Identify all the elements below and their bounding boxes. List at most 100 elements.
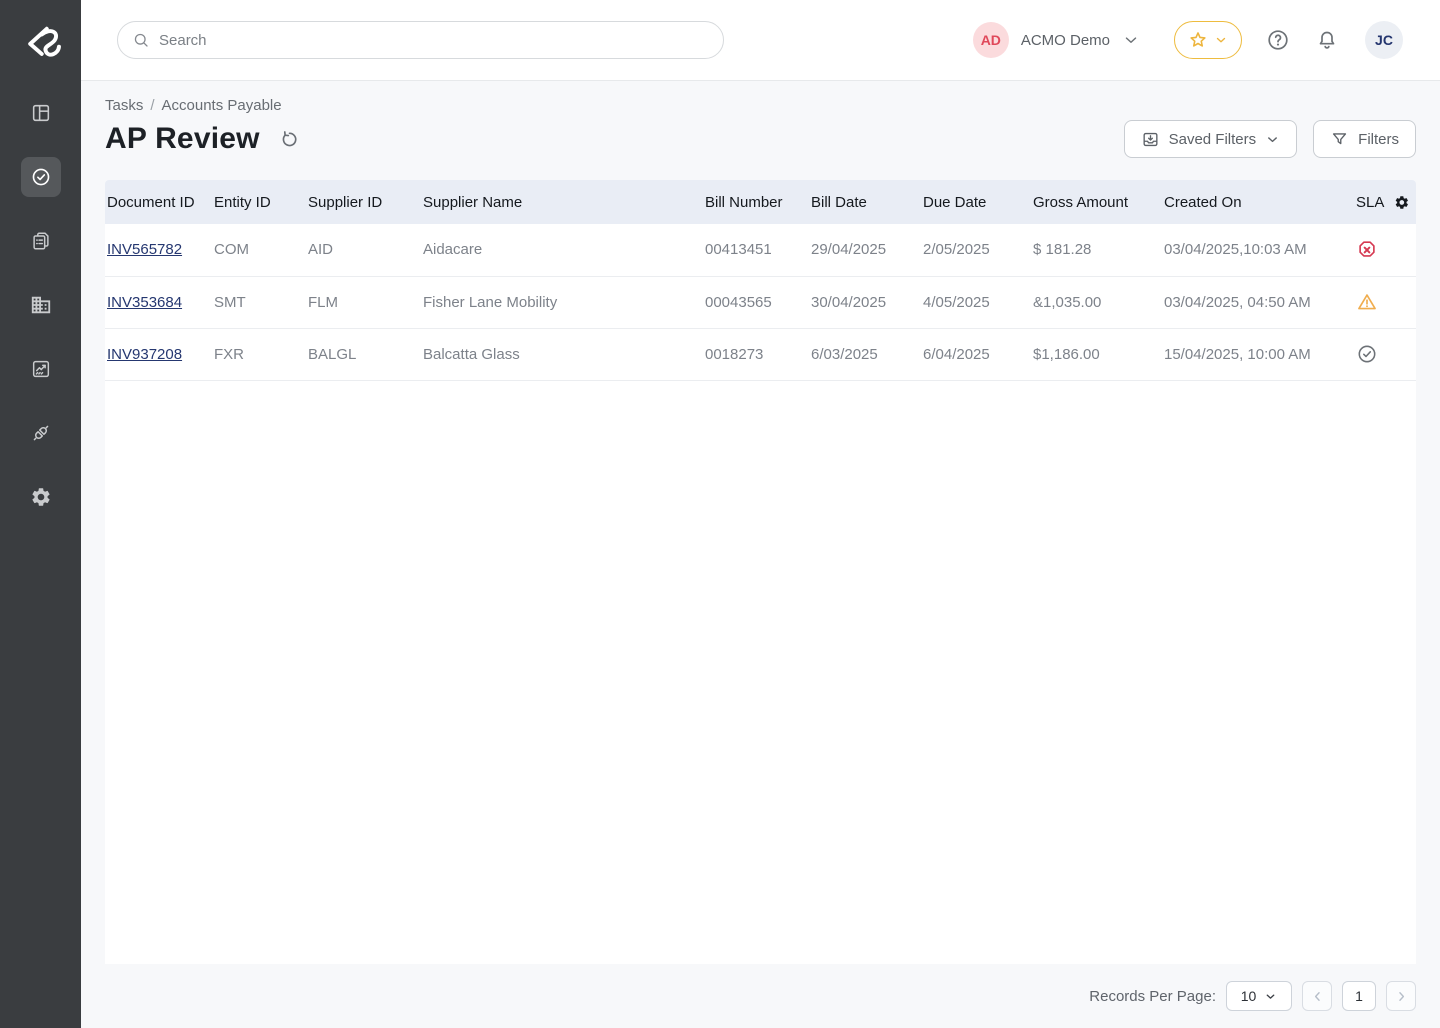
filters-label: Filters — [1358, 130, 1399, 148]
sidebar — [0, 0, 81, 1028]
breadcrumb: Tasks / Accounts Payable — [105, 97, 1416, 114]
cell-gross-amount: $1,186.00 — [1033, 345, 1100, 363]
sidebar-item-organization[interactable] — [21, 285, 61, 325]
sla-met-icon — [1358, 345, 1376, 363]
user-avatar[interactable]: JC — [1365, 21, 1403, 59]
chevron-down-icon — [1268, 136, 1278, 142]
cell-due-date: 6/04/2025 — [923, 345, 990, 363]
cell-supplier-name: Balcatta Glass — [423, 345, 520, 363]
cell-supplier-name: Fisher Lane Mobility — [423, 293, 558, 311]
content-area: Tasks / Accounts Payable AP Review Saved… — [81, 81, 1440, 1028]
cell-entity-id: COM — [214, 241, 249, 259]
col-sla-label: SLA — [1356, 193, 1385, 211]
filter-funnel-icon — [1333, 132, 1347, 144]
bell-icon — [1319, 31, 1335, 49]
sidebar-item-dashboard[interactable] — [21, 93, 61, 133]
records-per-page-select[interactable]: 10 — [1226, 981, 1292, 1011]
cell-supplier-id: AID — [308, 241, 334, 259]
dashboard-layout-icon — [32, 104, 49, 122]
chevron-left-icon — [1314, 991, 1320, 1001]
table-row: INV937208 FXR BALGL Balcatta Glass 00182… — [105, 328, 1416, 380]
title-actions: Saved Filters Filters — [1123, 120, 1416, 158]
star-icon — [1190, 32, 1206, 47]
sidebar-item-documents[interactable] — [21, 221, 61, 261]
help-icon — [1268, 30, 1288, 50]
col-gross-amount: Gross Amount — [1033, 193, 1129, 211]
brand-logo-icon — [27, 26, 61, 57]
help-button[interactable] — [1265, 27, 1291, 53]
refresh-icon — [282, 130, 297, 146]
cell-supplier-name: Aidacare — [423, 241, 483, 259]
records-per-page-label: Records Per Page: — [1089, 987, 1216, 1005]
cell-supplier-id: BALGL — [308, 345, 357, 363]
cell-entity-id: FXR — [214, 345, 244, 363]
next-page-button[interactable] — [1386, 981, 1416, 1011]
cell-bill-number: 00043565 — [705, 293, 772, 311]
cell-bill-number: 00413451 — [705, 241, 772, 259]
cell-supplier-id: FLM — [308, 293, 338, 311]
saved-filters-tray-icon — [1143, 132, 1158, 146]
sla-warning-icon — [1358, 294, 1376, 310]
table-row: INV565782 COM AID Aidacare 00413451 29/0… — [105, 224, 1416, 276]
notifications-button[interactable] — [1314, 27, 1340, 53]
sidebar-nav — [20, 81, 61, 517]
chart-trend-icon — [32, 360, 49, 378]
document-id-link[interactable]: INV353684 — [107, 294, 182, 311]
ap-review-table: Document ID Entity ID Supplier ID Suppli… — [105, 180, 1416, 381]
cell-due-date: 4/05/2025 — [923, 293, 990, 311]
cell-gross-amount: &1,035.00 — [1033, 293, 1102, 311]
search-input[interactable] — [159, 31, 709, 49]
col-document-id: Document ID — [107, 193, 195, 211]
col-sla: SLA — [1354, 180, 1416, 224]
records-per-page-value: 10 — [1240, 988, 1257, 1004]
documents-icon — [32, 232, 49, 250]
topbar: AD ACMO Demo — [81, 0, 1440, 81]
table-header-row: Document ID Entity ID Supplier ID Suppli… — [105, 180, 1416, 224]
account-switcher[interactable]: AD ACMO Demo — [972, 22, 1140, 58]
plug-integrations-icon — [33, 425, 48, 441]
building-icon — [31, 296, 50, 314]
chevron-down-icon — [1266, 993, 1275, 999]
sidebar-item-analytics[interactable] — [21, 349, 61, 389]
refresh-button[interactable] — [278, 127, 302, 151]
breadcrumb-separator: / — [150, 97, 155, 114]
saved-filters-button[interactable]: Saved Filters — [1123, 120, 1298, 158]
chevron-right-icon — [1398, 991, 1404, 1001]
cell-bill-date: 30/04/2025 — [811, 293, 887, 311]
document-id-link[interactable]: INV565782 — [107, 241, 182, 258]
saved-filters-label: Saved Filters — [1168, 130, 1257, 148]
sidebar-item-tasks[interactable] — [20, 157, 61, 197]
document-id-link[interactable]: INV937208 — [107, 346, 182, 363]
col-due-date: Due Date — [923, 193, 987, 211]
chevron-down-icon — [1216, 37, 1226, 43]
column-settings-gear-icon[interactable] — [1394, 193, 1410, 212]
current-page-indicator[interactable]: 1 — [1342, 981, 1376, 1011]
topbar-actions: AD ACMO Demo JC — [972, 21, 1403, 59]
sidebar-item-settings[interactable] — [21, 477, 61, 517]
cell-created-on: 15/04/2025, 10:00 AM — [1164, 345, 1311, 363]
chevron-down-icon — [1125, 37, 1137, 43]
cell-bill-date: 29/04/2025 — [811, 241, 887, 259]
account-avatar: AD — [972, 22, 1009, 58]
col-entity-id: Entity ID — [214, 193, 271, 211]
ap-review-table-card: Document ID Entity ID Supplier ID Suppli… — [105, 180, 1416, 964]
gear-icon — [31, 488, 50, 506]
breadcrumb-current: Accounts Payable — [161, 97, 282, 114]
previous-page-button[interactable] — [1302, 981, 1332, 1011]
breadcrumb-tasks[interactable]: Tasks — [105, 97, 143, 114]
cell-bill-number: 0018273 — [705, 345, 764, 363]
account-name: ACMO Demo — [1020, 31, 1110, 49]
col-bill-number: Bill Number — [705, 193, 783, 211]
favorites-button[interactable] — [1174, 21, 1242, 59]
sidebar-item-integrations[interactable] — [21, 413, 61, 453]
table-row: INV353684 SMT FLM Fisher Lane Mobility 0… — [105, 276, 1416, 328]
cell-gross-amount: $ 181.28 — [1033, 241, 1092, 259]
cell-entity-id: SMT — [214, 293, 246, 311]
col-created-on: Created On — [1164, 193, 1242, 211]
cell-bill-date: 6/03/2025 — [811, 345, 878, 363]
col-supplier-id: Supplier ID — [308, 193, 383, 211]
search-icon — [134, 33, 148, 47]
title-row: AP Review Saved Filters Filters — [105, 120, 1416, 158]
filters-button[interactable]: Filters — [1313, 120, 1416, 158]
cell-created-on: 03/04/2025,10:03 AM — [1164, 241, 1307, 259]
